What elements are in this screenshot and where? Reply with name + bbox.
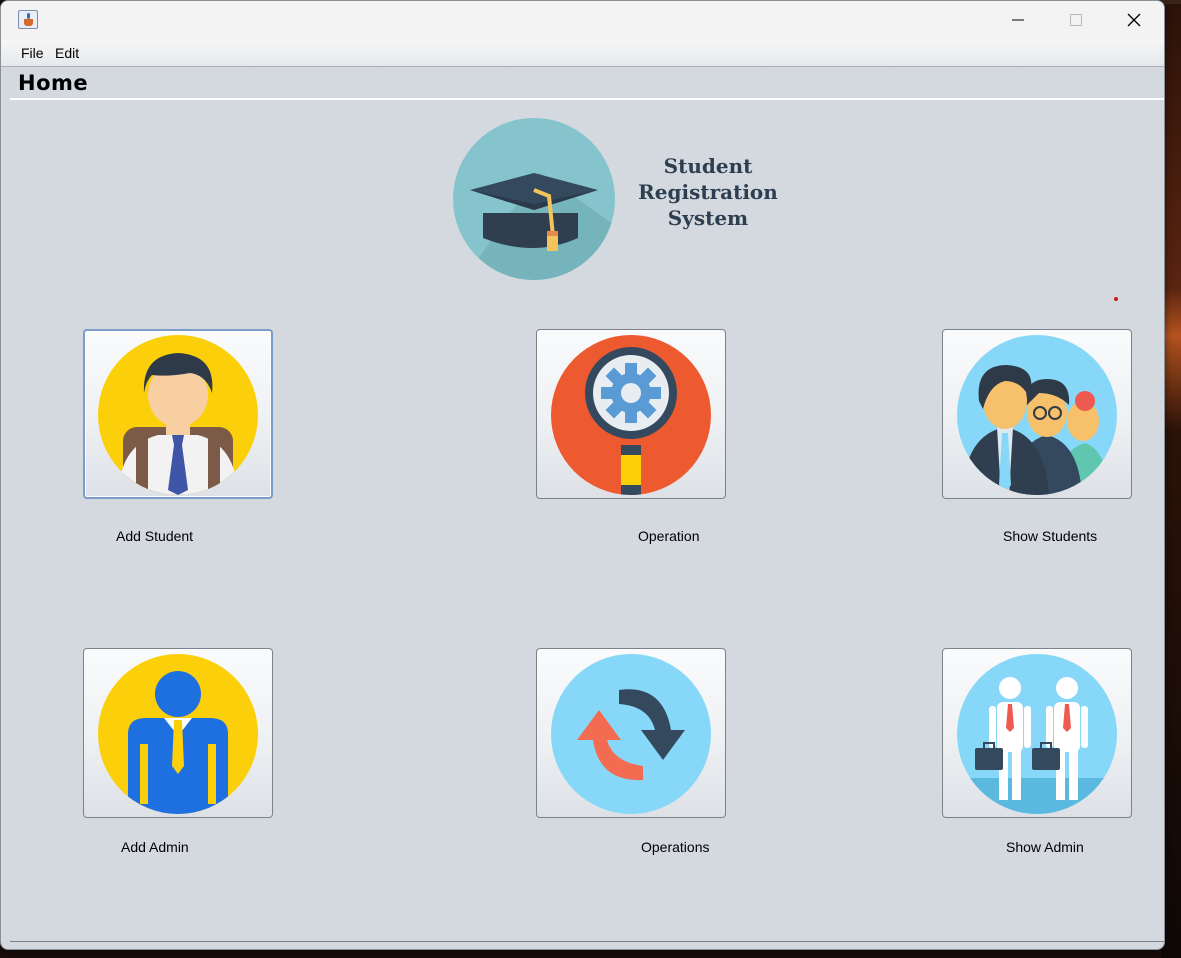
show-students-button[interactable] [942, 329, 1132, 499]
app-window: File Edit Home Student Registration Syst… [0, 0, 1165, 950]
logo-text-line: Student [663, 154, 753, 178]
refresh-arrows-icon [551, 654, 711, 814]
indicator-dot [1114, 297, 1118, 301]
add-student-label: Add Student [116, 528, 194, 544]
operation-label: Operation [638, 528, 700, 544]
maximize-icon [1070, 14, 1082, 26]
page-title: Home [18, 71, 89, 95]
app-logo-text: Student Registration System [623, 153, 793, 231]
show-admin-label: Show Admin [1006, 839, 1084, 855]
add-student-button[interactable] [83, 329, 273, 499]
logo-text-line: System [667, 206, 749, 230]
student-icon [98, 335, 258, 495]
operations-label: Operations [641, 839, 710, 855]
operation-button[interactable] [536, 329, 726, 499]
close-icon [1127, 13, 1141, 27]
menu-edit[interactable]: Edit [55, 45, 79, 61]
java-app-icon [18, 10, 38, 29]
maximize-button[interactable] [1047, 1, 1105, 39]
add-admin-label: Add Admin [121, 839, 189, 855]
title-bar[interactable] [1, 1, 1164, 39]
admin-icon [98, 654, 258, 814]
students-group-icon [957, 335, 1117, 495]
graduation-cap-icon [453, 118, 615, 280]
show-admin-button[interactable] [942, 648, 1132, 818]
admins-group-icon [957, 654, 1117, 814]
operations-button[interactable] [536, 648, 726, 818]
menu-bar: File Edit [1, 39, 1164, 67]
minimize-icon [1012, 19, 1024, 21]
minimize-button[interactable] [989, 1, 1047, 39]
magnifier-gear-icon [551, 335, 711, 495]
close-button[interactable] [1105, 1, 1163, 39]
show-students-label: Show Students [1003, 528, 1098, 544]
logo-text-line: Registration [638, 180, 778, 204]
menu-file[interactable]: File [21, 45, 44, 61]
add-admin-button[interactable] [83, 648, 273, 818]
